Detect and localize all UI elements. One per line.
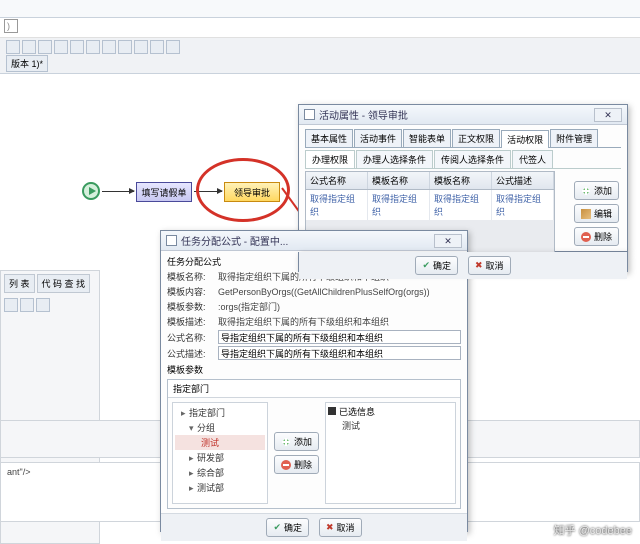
tree-item[interactable]: ▸测试部: [175, 480, 265, 495]
label-template-name: 模板名称:: [167, 270, 215, 283]
tree-item[interactable]: ▾分组: [175, 420, 265, 435]
subtab-handler-cond[interactable]: 办理人选择条件: [356, 150, 433, 168]
label-formula-desc: 公式描述:: [167, 347, 215, 360]
params-heading: 模板参数: [167, 363, 461, 376]
close-icon[interactable]: ✕: [434, 234, 462, 248]
cell: 取得指定组织: [306, 190, 368, 220]
toolbar: 版本 1)*: [0, 38, 640, 74]
subtab-signer[interactable]: 代签人: [512, 150, 553, 168]
ok-button[interactable]: ✔确定: [266, 518, 309, 537]
pencil-icon: [581, 209, 591, 219]
tool-button[interactable]: [86, 40, 100, 54]
col-template-name: 模板名称: [368, 172, 430, 189]
formula-name-input[interactable]: [218, 330, 461, 344]
tree-item[interactable]: ▸综合部: [175, 465, 265, 480]
property-tabs: 基本属性 活动事件 智能表单 正文权限 活动权限 附件管理: [305, 129, 621, 148]
tree-delete-button[interactable]: 删除: [274, 455, 319, 474]
selected-list[interactable]: 已选信息 测试: [325, 402, 456, 504]
check-icon: ✔: [273, 522, 281, 533]
label-formula-name: 公式名称:: [167, 331, 215, 344]
cross-icon: ✖: [475, 260, 483, 271]
dialog-icon: [166, 235, 177, 246]
tool-button[interactable]: [150, 40, 164, 54]
tool-button[interactable]: [134, 40, 148, 54]
close-icon[interactable]: ✕: [594, 108, 622, 122]
dialog-title: 活动属性 - 领导审批: [319, 107, 408, 122]
cancel-button[interactable]: ✖取消: [468, 256, 511, 275]
side-tool[interactable]: [20, 298, 34, 312]
flow-start-node[interactable]: [82, 182, 100, 200]
tool-button[interactable]: [38, 40, 52, 54]
tree-item[interactable]: ▸指定部门: [175, 405, 265, 420]
highlight-circle: [196, 158, 290, 222]
tab-textperm[interactable]: 正文权限: [452, 129, 500, 147]
table-row[interactable]: 取得指定组织 取得指定组织 取得指定组织 取得指定组织: [306, 190, 554, 220]
selected-item[interactable]: 测试: [328, 418, 453, 433]
tool-button[interactable]: [166, 40, 180, 54]
watermark: 知乎 @codebee: [554, 522, 632, 538]
cell: 取得指定组织: [430, 190, 492, 220]
cell: 取得指定组织: [492, 190, 554, 220]
param-tab[interactable]: 指定部门: [168, 380, 460, 398]
label-template-content: 模板内容:: [167, 285, 215, 298]
search-input[interactable]: [4, 19, 18, 33]
tool-button[interactable]: [70, 40, 84, 54]
plus-icon: [281, 437, 291, 447]
dialog-title: 任务分配公式 - 配置中...: [181, 233, 288, 248]
cell: 取得指定组织: [368, 190, 430, 220]
ok-button[interactable]: ✔确定: [415, 256, 458, 275]
label-template-param: 模板参数:: [167, 300, 215, 313]
tree-item-selected[interactable]: 测试: [175, 435, 265, 450]
tool-button[interactable]: [118, 40, 132, 54]
tab-attachments[interactable]: 附件管理: [550, 129, 598, 147]
plus-icon: [581, 186, 591, 196]
subtabs: 办理权限 办理人选择条件 传阅人选择条件 代签人: [305, 150, 621, 169]
selected-heading: 已选信息: [328, 405, 453, 418]
side-tool[interactable]: [4, 298, 18, 312]
tab-activityperm[interactable]: 活动权限: [501, 130, 549, 148]
add-button[interactable]: 添加: [574, 181, 619, 200]
minus-icon: [581, 232, 591, 242]
side-tool[interactable]: [36, 298, 50, 312]
dialog-icon: [304, 109, 315, 120]
side-tab-list[interactable]: 列 表: [4, 274, 35, 293]
tool-button[interactable]: [102, 40, 116, 54]
value-template-desc: 取得指定组织下属的所有下级组织和本组织: [218, 315, 461, 328]
tool-button[interactable]: [54, 40, 68, 54]
value-template-param: :orgs(指定部门): [218, 300, 461, 313]
col-formula-name: 公式名称: [306, 172, 368, 189]
square-icon: [328, 407, 336, 415]
tab-basic[interactable]: 基本属性: [305, 129, 353, 147]
param-tabbox: 指定部门 ▸指定部门 ▾分组 测试 ▸研发部 ▸综合部 ▸测试部 添加 删除 已…: [167, 379, 461, 509]
cancel-button[interactable]: ✖取消: [319, 518, 362, 537]
subtab-cc-cond[interactable]: 传阅人选择条件: [434, 150, 511, 168]
tree-add-button[interactable]: 添加: [274, 432, 319, 451]
tool-button[interactable]: [22, 40, 36, 54]
minus-icon: [281, 460, 291, 470]
cross-icon: ✖: [326, 522, 334, 533]
dialog1-footer-fragment: ✔确定 ✖取消: [298, 252, 628, 272]
tab-events[interactable]: 活动事件: [354, 129, 402, 147]
formula-desc-input[interactable]: [218, 346, 461, 360]
delete-button[interactable]: 删除: [574, 227, 619, 246]
app-titlebar: [0, 0, 640, 18]
editor-tab[interactable]: 版本 1)*: [6, 55, 48, 72]
subtab-handle-perm[interactable]: 办理权限: [305, 150, 355, 168]
side-tab-code[interactable]: 代 码 查 找: [37, 274, 91, 293]
tree-item[interactable]: ▸研发部: [175, 450, 265, 465]
value-template-content: GetPersonByOrgs((GetAllChildrenPlusSelfO…: [218, 287, 461, 297]
search-area: [0, 18, 640, 38]
label-template-desc: 模板描述:: [167, 315, 215, 328]
tab-form[interactable]: 智能表单: [403, 129, 451, 147]
flow-edge: [102, 191, 134, 192]
col-formula-desc: 公式描述: [492, 172, 554, 189]
edit-button[interactable]: 编辑: [574, 204, 619, 223]
col-template-name2: 模板名称: [430, 172, 492, 189]
tool-button[interactable]: [6, 40, 20, 54]
check-icon: ✔: [422, 260, 430, 271]
org-tree[interactable]: ▸指定部门 ▾分组 测试 ▸研发部 ▸综合部 ▸测试部: [172, 402, 268, 504]
flow-node-form[interactable]: 填写请假单: [136, 182, 192, 202]
